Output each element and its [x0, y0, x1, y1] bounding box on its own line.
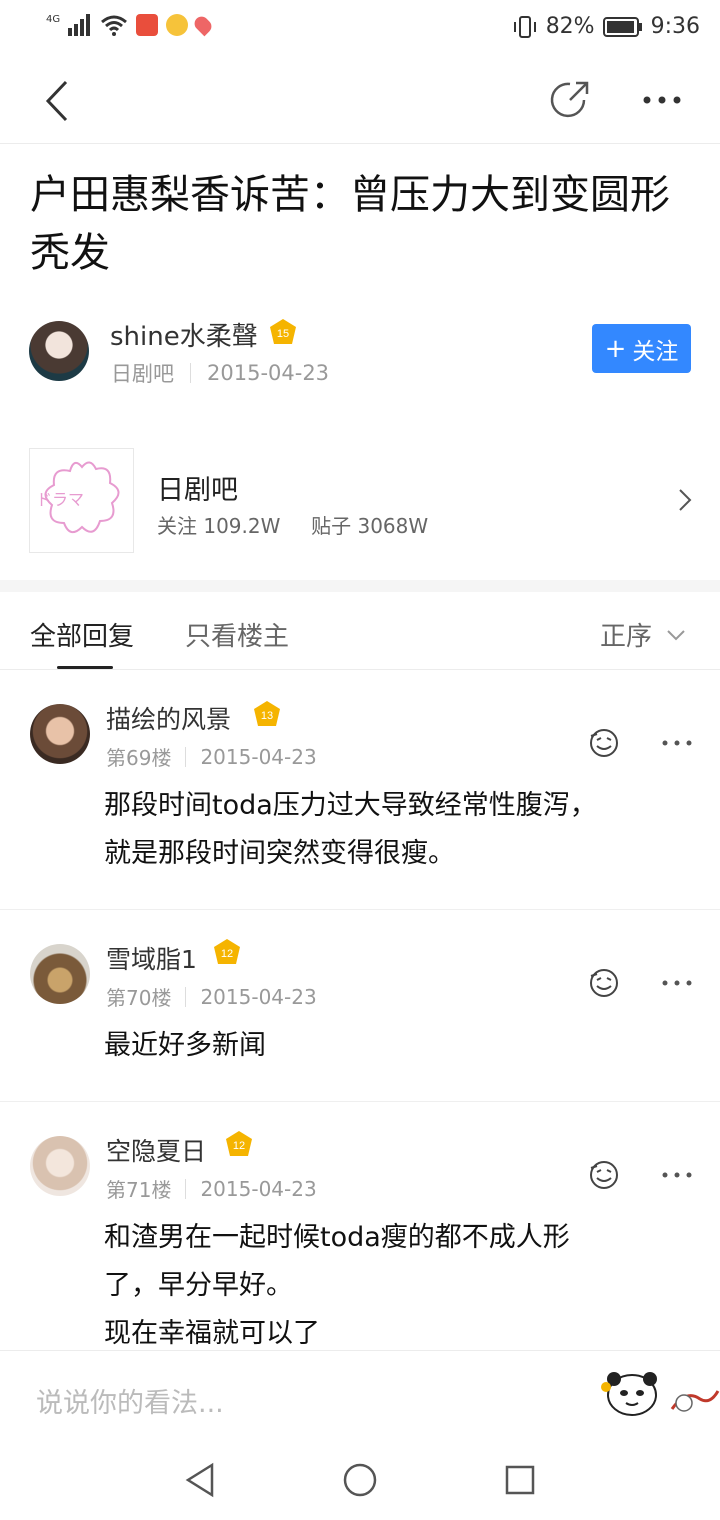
more-icon[interactable]: [660, 726, 694, 760]
more-icon[interactable]: [660, 1158, 694, 1192]
vibrate-icon: [513, 15, 536, 38]
reply-text: 最近好多新闻: [104, 1030, 266, 1061]
forum-follow-count: 关注 109.2W: [157, 514, 281, 538]
more-icon[interactable]: [642, 94, 682, 106]
status-bar: 4G 82% 9:36: [0, 0, 720, 58]
plus-icon: +: [604, 333, 627, 364]
emoji-react-icon[interactable]: [587, 726, 621, 760]
forum-logo-text: ドラマ: [36, 490, 84, 509]
weibo-icon: [166, 14, 189, 36]
reply-avatar[interactable]: [30, 944, 90, 1004]
reply-date: 2015-04-23: [200, 744, 317, 769]
author-name[interactable]: shine水柔聲: [110, 316, 258, 353]
reply-avatar[interactable]: [30, 1136, 90, 1196]
top-nav: [0, 58, 720, 144]
tab-owner-only[interactable]: 只看楼主: [185, 616, 289, 653]
location-icon: [191, 13, 215, 37]
status-right: 82% 9:36: [512, 14, 700, 39]
emoji-react-icon[interactable]: [587, 1158, 621, 1192]
reply-text: 那段时间toda压力过大导致经常性腹泻， 就是那段时间突然变得很瘦。: [104, 790, 597, 869]
author-meta: 日剧吧 2015-04-23: [111, 358, 329, 388]
sort-dropdown[interactable]: 正序: [600, 616, 686, 653]
status-left: 4G: [46, 13, 215, 37]
divider: [185, 746, 187, 767]
sticker-figure-icon[interactable]: [666, 1369, 720, 1419]
follow-button[interactable]: + 关注: [592, 324, 691, 373]
reply-level: 12: [221, 948, 233, 960]
reply-tabs: 全部回复 只看楼主 正序: [0, 592, 720, 670]
divider: [185, 986, 187, 1007]
reply-username[interactable]: 空隐夏日: [106, 1132, 206, 1168]
reply-text: 和渣男在一起时候toda瘦的都不成人形 了，早分早好。 现在幸福就可以了: [104, 1222, 570, 1349]
reply-username[interactable]: 雪域脂1: [106, 940, 197, 976]
author-avatar[interactable]: [29, 321, 89, 381]
battery-icon: [602, 16, 642, 37]
section-divider: [0, 580, 720, 592]
reply-item: 描绘的风景 13 第69楼 2015-04-23 那段时间toda压力过大导致经…: [0, 670, 720, 910]
reply-floor: 第70楼: [106, 986, 172, 1010]
emoji-react-icon[interactable]: [587, 966, 621, 1000]
signal-icon: [68, 14, 91, 36]
comment-composer[interactable]: 说说你的看法...: [0, 1350, 720, 1440]
reply-avatar[interactable]: [30, 704, 90, 764]
battery-percent: 82%: [545, 14, 595, 39]
forum-card[interactable]: ドラマ 日剧吧 关注 109.2W 贴子 3068W: [0, 430, 720, 580]
recents-square-icon[interactable]: [504, 1464, 536, 1496]
chevron-left-icon[interactable]: [40, 78, 74, 124]
divider: [185, 1178, 187, 1199]
reply-level: 12: [233, 1140, 245, 1152]
sakura-logo: ドラマ: [36, 461, 120, 534]
level-badge-icon: 15: [270, 319, 296, 344]
post-title: 户田惠梨香诉苦：曾压力大到变圆形秃发: [30, 172, 670, 276]
reply-meta: 第69楼 2015-04-23: [106, 742, 317, 771]
reply-level: 13: [261, 710, 273, 722]
reply-item: 雪域脂1 12 第70楼 2015-04-23 最近好多新闻: [0, 910, 720, 1102]
forum-logo: ドラマ: [29, 448, 134, 553]
more-icon[interactable]: [660, 966, 694, 1000]
forum-name: 日剧吧: [157, 475, 238, 506]
network-label: 4G: [46, 13, 61, 25]
follow-label: 关注: [632, 338, 679, 365]
home-circle-icon[interactable]: [342, 1462, 378, 1498]
level-badge-icon: 12: [226, 1131, 252, 1156]
forum-stats: 关注 109.2W 贴子 3068W: [157, 510, 428, 539]
comment-input[interactable]: 说说你的看法...: [36, 1381, 224, 1420]
app-notification-icon: [136, 14, 159, 36]
level-badge-icon: 13: [254, 701, 280, 726]
share-icon[interactable]: [548, 78, 592, 122]
wifi-icon: [101, 15, 128, 36]
author-forum[interactable]: 日剧吧: [111, 358, 174, 388]
tab-all-replies[interactable]: 全部回复: [30, 616, 134, 653]
divider: [190, 363, 191, 383]
clock: 9:36: [650, 14, 700, 39]
post-date: 2015-04-23: [207, 361, 330, 385]
sort-label: 正序: [600, 622, 653, 652]
chevron-down-icon: [667, 629, 685, 640]
reply-meta: 第71楼 2015-04-23: [106, 1174, 317, 1203]
sticker-panda-icon[interactable]: [600, 1369, 660, 1419]
level-badge-icon: 12: [214, 939, 240, 964]
reply-date: 2015-04-23: [200, 1176, 317, 1201]
system-nav-bar: [0, 1440, 720, 1520]
chevron-right-icon: [679, 489, 692, 511]
reply-floor: 第71楼: [106, 1178, 172, 1202]
back-triangle-icon[interactable]: [184, 1462, 216, 1498]
reply-date: 2015-04-23: [200, 984, 317, 1009]
reply-item: 空隐夏日 12 第71楼 2015-04-23 和渣男在一起时候toda瘦的都不…: [0, 1102, 720, 1350]
reply-username[interactable]: 描绘的风景: [106, 700, 231, 736]
forum-post-count: 贴子 3068W: [311, 514, 429, 538]
reply-meta: 第70楼 2015-04-23: [106, 982, 317, 1011]
reply-floor: 第69楼: [106, 746, 172, 770]
author-level: 15: [277, 328, 289, 340]
active-tab-indicator: [57, 666, 113, 669]
